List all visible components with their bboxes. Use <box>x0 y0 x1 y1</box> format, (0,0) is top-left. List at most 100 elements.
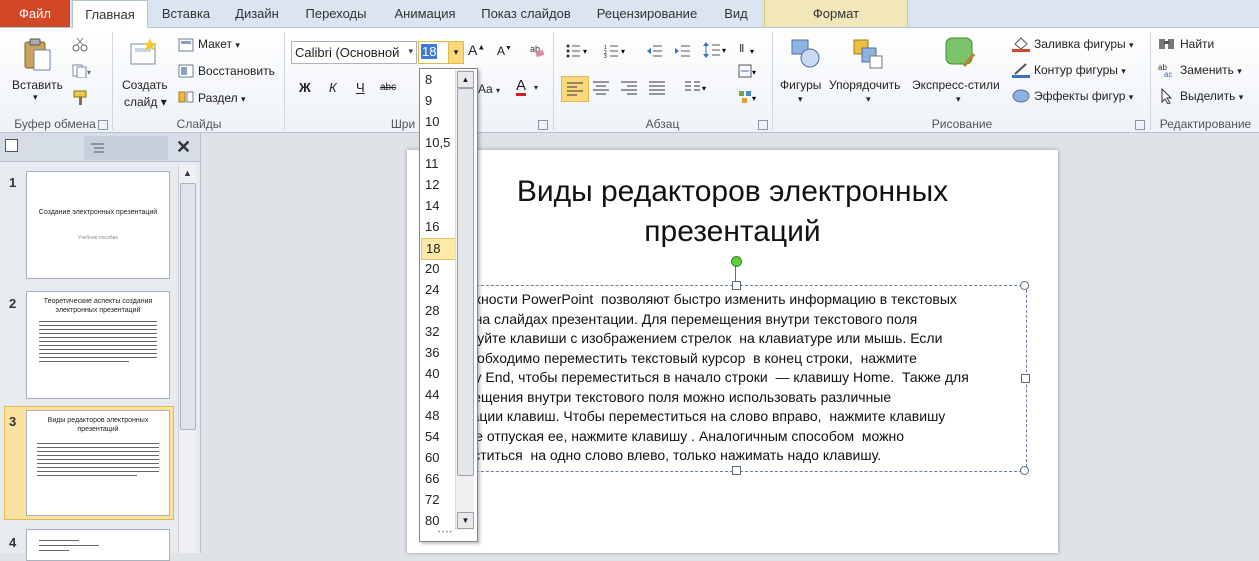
tab-design[interactable]: Дизайн <box>226 0 288 27</box>
font-size-chevron-icon[interactable]: ▾ <box>448 42 463 63</box>
font-size-combo[interactable]: 18 ▾ <box>418 41 464 64</box>
section-icon[interactable] <box>178 90 194 107</box>
dropdown-scroll-thumb[interactable] <box>457 88 474 476</box>
change-case-button[interactable]: Aa ▾ <box>478 82 500 96</box>
shape-outline-button[interactable]: Контур фигуры <box>1034 63 1118 77</box>
dropdown-scroll-up-icon[interactable]: ▲ <box>457 71 474 88</box>
scroll-thumb[interactable] <box>180 183 196 430</box>
scroll-up-icon[interactable]: ▲ <box>183 168 192 178</box>
slide-thumb-title: Создание электронных презентаций <box>38 209 158 216</box>
cut-icon[interactable] <box>72 37 88 55</box>
shape-outline-icon[interactable] <box>1012 62 1030 81</box>
slide-title[interactable]: Виды редакторов электронных презентаций <box>440 172 1025 252</box>
replace-icon[interactable]: ab ac <box>1158 62 1176 81</box>
rotate-handle[interactable] <box>731 256 742 267</box>
shapes-icon[interactable] <box>790 38 820 73</box>
new-slide-icon[interactable] <box>128 38 158 68</box>
smartart-icon[interactable]: ▾ <box>738 90 758 109</box>
font-name-combo[interactable]: Calibri (Основной ▾ <box>291 41 417 64</box>
svg-text:▾: ▾ <box>752 68 756 77</box>
dropdown-scroll-down-icon[interactable]: ▼ <box>457 512 474 529</box>
align-right-icon[interactable] <box>620 80 638 99</box>
tab-slideshow[interactable]: Показ слайдов <box>472 0 580 27</box>
font-color-chevron-icon[interactable]: ▾ <box>534 83 538 92</box>
tab-home[interactable]: Главная <box>72 0 148 29</box>
increase-indent-icon[interactable] <box>675 44 691 61</box>
paragraph-launcher-icon[interactable] <box>758 120 768 130</box>
decrease-indent-icon[interactable] <box>647 44 663 61</box>
numbering-icon[interactable]: 1 2 3 ▾ <box>604 44 628 61</box>
shape-effects-button[interactable]: Эффекты фигур <box>1034 89 1125 103</box>
slide-thumbnail-2[interactable]: Теоретические аспекты создания электронн… <box>26 291 170 399</box>
select-icon[interactable] <box>1158 87 1176 107</box>
paste-button[interactable]: Вставить <box>12 78 63 92</box>
layout-icon[interactable] <box>178 38 194 55</box>
arrange-icon[interactable] <box>852 38 884 73</box>
columns-icon[interactable]: ▾ <box>684 80 708 99</box>
replace-button[interactable]: Заменить <box>1180 63 1234 77</box>
svg-text:▾: ▾ <box>750 47 754 56</box>
find-icon[interactable] <box>1158 36 1176 55</box>
reset-icon[interactable] <box>178 64 194 81</box>
drawing-launcher-icon[interactable] <box>1135 120 1145 130</box>
resize-handle-tr[interactable] <box>1020 281 1029 290</box>
align-left-button[interactable] <box>561 76 589 102</box>
tab-format[interactable]: Формат <box>764 0 908 27</box>
bullets-icon[interactable]: ▾ <box>566 44 590 61</box>
shapes-button[interactable]: Фигуры <box>780 78 821 92</box>
font-color-button[interactable]: А <box>516 78 527 96</box>
grow-font-icon[interactable]: A▲ <box>468 42 485 58</box>
slide-body-text[interactable]: зможности PowerPoint позволяют быстро из… <box>448 290 1023 466</box>
text-direction-icon[interactable]: Ⅱ ▾ <box>738 38 758 61</box>
shape-effects-icon[interactable] <box>1012 88 1030 107</box>
shape-fill-icon[interactable] <box>1012 36 1030 55</box>
reset-button[interactable]: Восстановить <box>198 64 275 78</box>
tab-view[interactable]: Вид <box>716 0 756 27</box>
strikethrough-button[interactable]: abc <box>380 82 396 93</box>
align-text-icon[interactable]: ▾ <box>738 64 758 83</box>
tab-insert[interactable]: Вставка <box>150 0 222 27</box>
resize-handle-top[interactable] <box>732 281 741 290</box>
font-size-value[interactable]: 18 <box>421 44 438 59</box>
slides-scrollbar[interactable]: ▲ <box>178 165 196 553</box>
find-button[interactable]: Найти <box>1180 37 1214 51</box>
tab-animation[interactable]: Анимация <box>384 0 466 27</box>
bold-button[interactable]: Ж <box>299 80 311 95</box>
slides-tab-icon[interactable] <box>5 139 18 152</box>
tab-file[interactable]: Файл <box>0 0 70 27</box>
format-painter-icon[interactable] <box>72 90 88 109</box>
line-spacing-icon[interactable]: ▾ <box>703 42 729 61</box>
clipboard-launcher-icon[interactable] <box>98 120 108 130</box>
close-panel-icon[interactable]: ✕ <box>176 137 191 158</box>
select-button[interactable]: Выделить <box>1180 89 1235 103</box>
slide-number: 4 <box>9 535 17 550</box>
new-slide-button[interactable]: Создать <box>122 78 168 92</box>
dropdown-resize-grip-icon[interactable]: • • • • <box>430 530 460 536</box>
quick-styles-button[interactable]: Экспресс-стили <box>912 78 1000 92</box>
underline-button[interactable]: Ч <box>356 80 365 95</box>
arrange-button[interactable]: Упорядочить <box>829 78 900 92</box>
section-button[interactable]: Раздел <box>198 91 238 105</box>
change-case-label: Aa <box>478 82 493 96</box>
tab-review[interactable]: Рецензирование <box>586 0 708 27</box>
clear-format-icon[interactable]: ab <box>530 42 546 61</box>
quick-styles-icon[interactable] <box>944 36 976 73</box>
shrink-font-icon[interactable]: A▼ <box>497 44 512 58</box>
slide-thumbnail-3[interactable]: Виды редакторов электронных презентаций <box>26 410 170 516</box>
outline-tab[interactable] <box>84 136 168 160</box>
justify-icon[interactable] <box>648 80 666 99</box>
paste-icon[interactable] <box>22 38 52 72</box>
align-center-icon[interactable] <box>592 80 610 99</box>
tab-transitions[interactable]: Переходы <box>294 0 378 27</box>
resize-handle-br[interactable] <box>1020 466 1029 475</box>
italic-button[interactable]: К <box>329 80 337 95</box>
layout-button[interactable]: Макет <box>198 37 232 51</box>
shape-fill-button[interactable]: Заливка фигуры <box>1034 37 1126 51</box>
dropdown-scrollbar[interactable]: ▲ ▼ <box>455 70 474 530</box>
resize-handle-bottom[interactable] <box>732 466 741 475</box>
font-launcher-icon[interactable] <box>538 120 548 130</box>
resize-handle-right[interactable] <box>1021 374 1030 383</box>
slide-thumbnail-1[interactable]: Создание электронных презентаций Учебное… <box>26 171 170 279</box>
copy-icon[interactable]: ▾ <box>72 64 92 81</box>
slide-thumbnail-4[interactable] <box>26 529 170 561</box>
